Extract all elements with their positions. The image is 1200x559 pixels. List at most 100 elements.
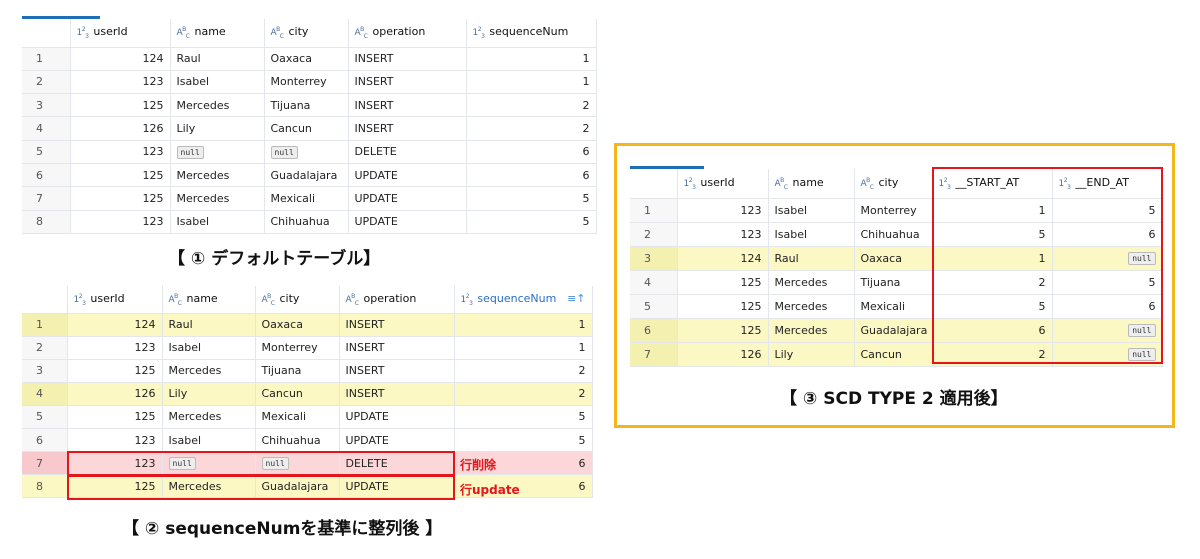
- cell-value: UPDATE: [345, 433, 389, 447]
- column-header-userid[interactable]: 123 userId: [67, 286, 163, 314]
- cell-name: Mercedes: [162, 405, 256, 429]
- cell-value: Mexicali: [860, 299, 906, 313]
- null-badge: null: [270, 145, 298, 159]
- cell-value: INSERT: [345, 387, 385, 401]
- cell-name: Isabel: [162, 336, 256, 360]
- cell-value: Oaxaca: [860, 251, 902, 265]
- cell-city: Monterrey: [264, 70, 349, 95]
- cell-name: Lily: [162, 382, 256, 406]
- cell-value: UPDATE: [354, 215, 398, 229]
- row-index: 3: [22, 93, 71, 118]
- numeric-type-icon: 123: [460, 292, 473, 307]
- cell-value: 2: [36, 75, 43, 89]
- cell-value: 7: [36, 456, 43, 470]
- column-header-city[interactable]: ABC city: [255, 286, 340, 314]
- cell-value: 124: [740, 251, 762, 265]
- column-header-label: name: [186, 291, 218, 305]
- table-row: 8 123 Isabel Chihuahua UPDATE 5: [22, 210, 597, 234]
- row-index: 6: [22, 428, 68, 453]
- cell-value: Cancun: [860, 347, 902, 361]
- column-header-label: sequenceNum: [477, 291, 557, 305]
- cell-sequencenum: 2: [454, 359, 593, 383]
- column-header-city[interactable]: ABC city: [854, 169, 933, 199]
- cell-value: 6: [36, 433, 43, 447]
- cell-userid: 126: [67, 382, 163, 406]
- null-badge: null: [176, 145, 204, 159]
- cell-value: 2: [578, 387, 586, 401]
- cell-value: Isabel: [176, 215, 210, 229]
- cell-name: Raul: [768, 246, 855, 271]
- table-row: 2 123 Isabel Monterrey INSERT 1: [22, 336, 593, 360]
- cell-userid: 123: [677, 198, 769, 223]
- column-header-sequencenum[interactable]: 123 sequenceNum ≡↑: [454, 286, 593, 314]
- text-type-icon: ABC: [774, 176, 788, 191]
- column-header-city[interactable]: ABC city: [264, 19, 349, 48]
- cell-value: INSERT: [345, 318, 385, 332]
- column-header-operation[interactable]: ABC operation: [339, 286, 455, 314]
- column-header-sequencenum[interactable]: 123 sequenceNum: [466, 19, 597, 48]
- cell-userid: 123: [67, 428, 163, 453]
- column-header-label: name: [792, 175, 824, 189]
- cell-value: Mercedes: [774, 323, 828, 337]
- column-header-label: operation: [363, 291, 417, 305]
- cell-value: Tijuana: [860, 275, 901, 289]
- delete-row-label: 行削除: [460, 458, 497, 472]
- row-index: 1: [630, 198, 678, 223]
- cell-userid: 123: [70, 210, 171, 234]
- cell-value: 2: [582, 122, 590, 136]
- cell-value: 125: [142, 98, 164, 112]
- cell-value: 5: [582, 191, 590, 205]
- row-index-header: [22, 19, 71, 48]
- cell-value: 1: [582, 52, 590, 66]
- cell-city: Tijuana: [255, 359, 340, 383]
- cell-city: Mexicali: [264, 186, 349, 211]
- cell-name: Isabel: [170, 70, 265, 95]
- cell-value: 8: [36, 215, 43, 229]
- row-index-header: [630, 169, 678, 199]
- cell-name: Isabel: [768, 198, 855, 223]
- cell-value: 2: [36, 341, 43, 355]
- cell-city: null: [264, 140, 349, 164]
- table-row: 5 125 Mercedes Mexicali UPDATE 5: [22, 405, 593, 429]
- cell-name: Mercedes: [170, 186, 265, 211]
- cell-value: 125: [740, 323, 762, 337]
- caption-default-table: 【 ① デフォルトテーブル】: [168, 249, 381, 269]
- row-index: 2: [630, 222, 678, 247]
- cell-city: Tijuana: [854, 270, 933, 295]
- default-table: 123 userId ABC name ABC city ABC operation 123 se…: [22, 19, 597, 234]
- cell-name: Mercedes: [768, 294, 855, 319]
- cell-name: Isabel: [768, 222, 855, 247]
- cell-value: Tijuana: [270, 98, 311, 112]
- cell-value: 2: [578, 364, 586, 378]
- column-header-name[interactable]: ABC name: [162, 286, 256, 314]
- column-header-name[interactable]: ABC name: [768, 169, 855, 199]
- cell-name: Raul: [170, 47, 265, 71]
- cell-name: Mercedes: [768, 270, 855, 295]
- column-header-operation[interactable]: ABC operation: [348, 19, 467, 48]
- cell-city: Chihuahua: [264, 210, 349, 234]
- cell-value: Cancun: [270, 122, 312, 136]
- cell-value: Mercedes: [774, 275, 828, 289]
- cell-userid: 125: [677, 318, 769, 343]
- cell-userid: 123: [70, 70, 171, 95]
- delete-row-outline: [67, 451, 455, 476]
- cell-value: 7: [36, 191, 43, 205]
- row-index: 4: [22, 116, 71, 141]
- cell-value: Tijuana: [261, 364, 302, 378]
- table-row: 4 126 Lily Cancun INSERT 2: [22, 382, 593, 406]
- cell-name: Isabel: [162, 428, 256, 453]
- cell-value: 125: [740, 299, 762, 313]
- cell-value: 125: [142, 168, 164, 182]
- cell-userid: 124: [70, 47, 171, 71]
- cell-value: 6: [578, 479, 586, 493]
- column-header-userid[interactable]: 123 userId: [70, 19, 171, 48]
- column-header-userid[interactable]: 123 userId: [677, 169, 769, 199]
- cell-value: 1: [36, 52, 43, 66]
- cell-value: Isabel: [168, 341, 202, 355]
- cell-userid: 124: [677, 246, 769, 271]
- sort-ascending-icon[interactable]: ≡↑: [567, 292, 585, 305]
- table-row: 6 125 Mercedes Guadalajara UPDATE 6: [22, 163, 597, 188]
- column-header-name[interactable]: ABC name: [170, 19, 265, 48]
- row-index: 3: [630, 246, 678, 271]
- cell-sequencenum: 5: [454, 428, 593, 453]
